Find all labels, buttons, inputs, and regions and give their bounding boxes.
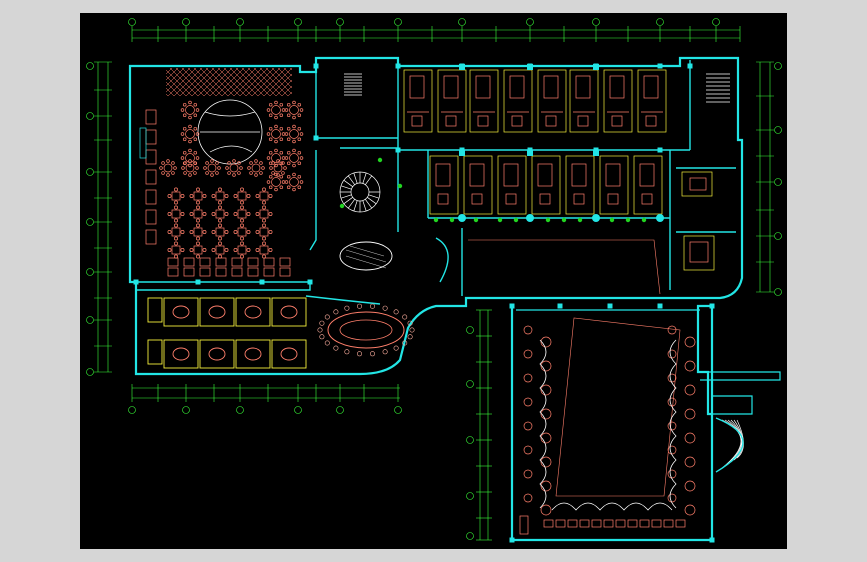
- dining-tables: [139, 100, 304, 277]
- private-rooms: [147, 297, 307, 369]
- bar-oval: [327, 311, 405, 349]
- spiral-stair: [339, 171, 381, 213]
- lower-block-walls: [510, 304, 714, 542]
- dimension-lines: [97, 29, 771, 540]
- floor-plan-drawing: [86, 18, 782, 543]
- grid-bubbles: [86, 18, 782, 540]
- guest-suites: [344, 64, 730, 271]
- cad-viewport[interactable]: [80, 13, 787, 549]
- curved-stair-right: [715, 417, 744, 473]
- hall-outline: [468, 239, 681, 497]
- hatched-ceiling-zone: [166, 68, 292, 96]
- scallop-edge: [539, 339, 677, 511]
- structural-columns: [133, 63, 715, 543]
- large-hall-seating: [519, 325, 696, 535]
